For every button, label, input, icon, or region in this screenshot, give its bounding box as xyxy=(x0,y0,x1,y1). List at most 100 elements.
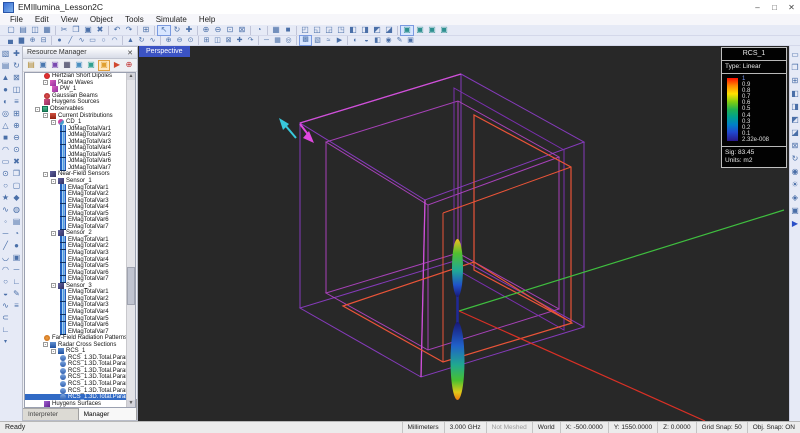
spline-curve-icon[interactable]: ∿ xyxy=(1,300,11,312)
view-back-icon[interactable]: ◨ xyxy=(359,25,371,35)
menu-help[interactable]: Help xyxy=(193,14,221,25)
run-simulation-icon[interactable]: ▶ xyxy=(334,36,345,46)
layer-manager-icon[interactable]: ▤ xyxy=(12,216,22,228)
zoom-all-icon[interactable]: ⊠ xyxy=(790,139,800,152)
previous-view-icon[interactable]: ◔ xyxy=(253,25,265,35)
tree-expander-icon[interactable]: - xyxy=(43,342,48,347)
point-tool-icon[interactable]: ◦ xyxy=(1,216,11,228)
array-icon[interactable]: ⊞ xyxy=(201,36,212,46)
mesh-settings-icon[interactable]: ▩ xyxy=(299,35,312,46)
light-icon[interactable]: ☀ xyxy=(790,178,800,191)
view-iso-1-icon[interactable]: ◩ xyxy=(371,25,383,35)
torus-solid-icon[interactable]: ◎ xyxy=(1,108,11,120)
view-xz-plane-icon[interactable]: ◩ xyxy=(790,113,800,126)
tree-expander-icon[interactable]: - xyxy=(51,283,56,288)
view-bottom-icon[interactable]: ◱ xyxy=(311,25,323,35)
menu-edit[interactable]: Edit xyxy=(29,14,55,25)
materials-icon[interactable]: ▣ xyxy=(38,60,48,70)
menu-object[interactable]: Object xyxy=(84,14,119,25)
perspective-view-icon[interactable]: ◪ xyxy=(790,126,800,139)
save-file-icon[interactable]: ◫ xyxy=(29,25,41,35)
lock-object-icon[interactable]: ▣ xyxy=(12,252,22,264)
ellipse-curve-icon[interactable]: ◒ xyxy=(1,288,11,300)
move-icon[interactable]: ✚ xyxy=(234,36,245,46)
scroll-thumb[interactable] xyxy=(127,267,135,305)
ungroup-icon[interactable]: ▢ xyxy=(12,180,22,192)
prism-solid-icon[interactable]: ■ xyxy=(1,132,11,144)
zoom-window-icon[interactable]: ⊡ xyxy=(224,25,236,35)
window-layout-icon[interactable]: ⊞ xyxy=(140,25,152,35)
explode-icon[interactable]: ✖ xyxy=(12,156,22,168)
display-1-icon[interactable]: ▣ xyxy=(400,25,414,36)
scroll-down-icon[interactable]: ▼ xyxy=(127,400,135,407)
extrude-icon[interactable]: ▲ xyxy=(125,36,136,46)
properties-icon[interactable]: ≡ xyxy=(12,300,22,312)
tile-windows-icon[interactable]: ⊞ xyxy=(790,74,800,87)
sweep-icon[interactable]: ∿ xyxy=(147,36,158,46)
menu-simulate[interactable]: Simulate xyxy=(150,14,193,25)
tree-expander-icon[interactable]: - xyxy=(43,172,48,177)
merge-icon[interactable]: ⊕ xyxy=(27,36,38,46)
line-segment-icon[interactable]: ─ xyxy=(1,228,11,240)
paste-icon[interactable]: ▣ xyxy=(82,25,94,35)
mesh-icon[interactable]: ▣ xyxy=(98,60,110,71)
tree-scrollbar[interactable]: ▲ ▼ xyxy=(126,73,135,407)
rotate-object-icon[interactable]: ↻ xyxy=(12,60,22,72)
help-icon[interactable]: ⊕ xyxy=(124,60,134,70)
zoom-in-icon[interactable]: ⊕ xyxy=(200,25,212,35)
rect-tool-icon[interactable]: ▭ xyxy=(87,36,98,46)
union-icon[interactable]: ⊕ xyxy=(12,120,22,132)
boolean-subtract-icon[interactable]: ⊖ xyxy=(174,36,185,46)
render-settings-icon[interactable]: ◈ xyxy=(790,191,800,204)
rotate-icon[interactable]: ↷ xyxy=(245,36,256,46)
intersect-icon[interactable]: ⊙ xyxy=(12,144,22,156)
modules-icon[interactable]: ▦ xyxy=(62,60,72,70)
circle-tool-icon[interactable]: ○ xyxy=(98,36,109,46)
tab-perspective[interactable]: Perspective xyxy=(139,46,190,57)
cone-solid-icon[interactable]: ▲ xyxy=(1,72,11,84)
color-assign-icon[interactable]: ◍ xyxy=(12,204,22,216)
measure-icon[interactable]: ─ xyxy=(261,36,272,46)
boolean-union-icon[interactable]: ⊕ xyxy=(163,36,174,46)
window-tool-icon[interactable]: ▭ xyxy=(790,48,800,61)
camera-icon[interactable]: ◉ xyxy=(790,165,800,178)
tree-expander-icon[interactable]: - xyxy=(51,120,56,125)
view-xy-plane-icon[interactable]: ◧ xyxy=(790,87,800,100)
snap-icon[interactable]: ◎ xyxy=(283,36,294,46)
play-animation-icon[interactable]: ▶ xyxy=(790,217,800,230)
copy-icon[interactable]: ❐ xyxy=(70,25,82,35)
material-assign-icon[interactable]: ◆ xyxy=(12,192,22,204)
hide-object-icon[interactable]: ◔ xyxy=(12,228,22,240)
show-object-icon[interactable]: ● xyxy=(12,240,22,252)
observables-icon[interactable]: ▣ xyxy=(86,60,96,70)
select-icon[interactable]: ↖ xyxy=(157,25,171,36)
export-model-icon[interactable]: ▆ xyxy=(16,36,27,46)
capture-icon[interactable]: ▣ xyxy=(405,36,416,46)
menu-file[interactable]: File xyxy=(4,14,29,25)
angle-tool-icon[interactable]: ∟ xyxy=(1,324,11,336)
close-icon[interactable]: ✕ xyxy=(127,49,137,57)
ellipsoid-solid-icon[interactable]: ◐ xyxy=(1,96,11,108)
tree-item[interactable]: Data Manager xyxy=(25,407,127,408)
redo-icon[interactable]: ↷ xyxy=(123,25,135,35)
array-object-icon[interactable]: ⊞ xyxy=(12,108,22,120)
scroll-up-icon[interactable]: ▲ xyxy=(127,73,135,80)
display-3-icon[interactable]: ▣ xyxy=(426,25,438,35)
disc-surface-icon[interactable]: ⊙ xyxy=(1,168,11,180)
ring-surface-icon[interactable]: ○ xyxy=(1,180,11,192)
menu-view[interactable]: View xyxy=(55,14,84,25)
project-icon[interactable]: ▤ xyxy=(26,60,36,70)
info-icon[interactable]: ▣ xyxy=(790,204,800,217)
box-solid-icon[interactable]: ▧ xyxy=(1,48,11,60)
tree-expander-icon[interactable]: - xyxy=(51,349,56,354)
minimize-button[interactable]: – xyxy=(749,1,766,14)
boolean-intersect-icon[interactable]: ⊙ xyxy=(185,36,196,46)
scale-icon[interactable]: ⊠ xyxy=(223,36,234,46)
solid-view-icon[interactable]: ■ xyxy=(282,25,294,35)
arc-center-icon[interactable]: ◠ xyxy=(1,264,11,276)
viewport-3d[interactable]: Perspective xyxy=(138,46,789,421)
arc-tool-icon[interactable]: ◠ xyxy=(109,36,120,46)
run-icon[interactable]: ▶ xyxy=(112,60,122,70)
open-file-icon[interactable]: ▤ xyxy=(17,25,29,35)
split-icon[interactable]: ⊟ xyxy=(38,36,49,46)
